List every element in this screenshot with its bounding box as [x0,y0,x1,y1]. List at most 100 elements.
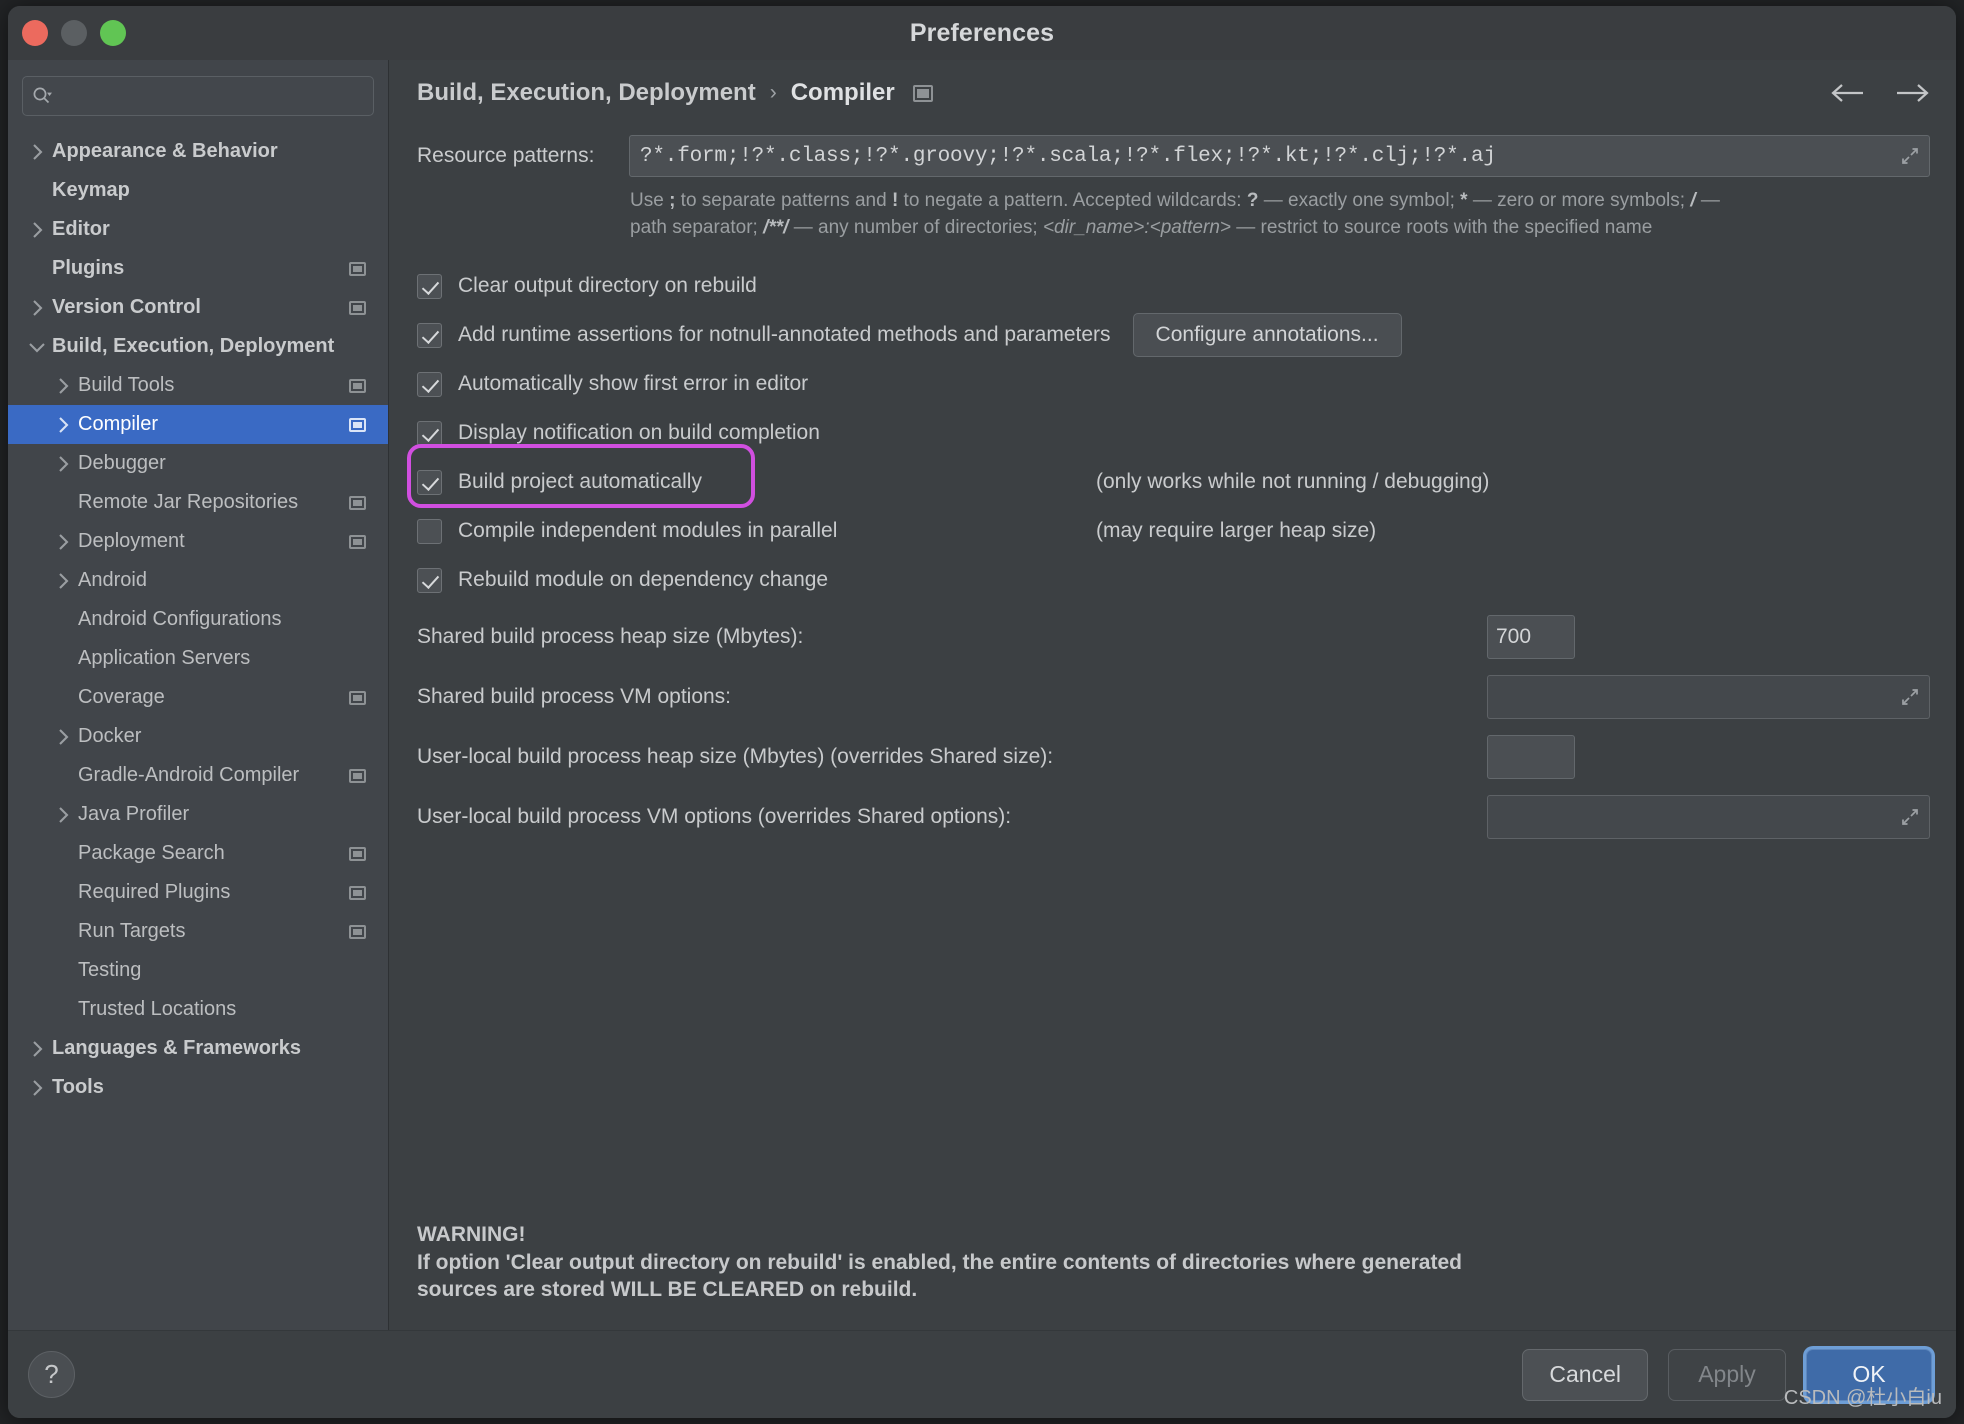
checkbox-label[interactable]: Automatically show first error in editor [458,372,808,396]
sidebar-item-application-servers[interactable]: Application Servers [8,639,388,678]
sidebar-item-run-targets[interactable]: Run Targets [8,912,388,951]
checkbox-label[interactable]: Build project automatically [458,470,702,494]
help-button[interactable]: ? [28,1351,75,1398]
configure-annotations-button[interactable]: Configure annotations... [1132,313,1402,358]
sidebar-item-label: Tools [52,1076,104,1098]
field-label: User-local build process VM options (ove… [417,804,1012,828]
checkbox-rebuild-module-on-dependency-change[interactable] [417,567,442,593]
back-arrow-icon[interactable] [1830,82,1866,104]
sidebar-item-deployment[interactable]: Deployment [8,522,388,561]
input-shared-build-process-vm-options[interactable] [1498,684,1897,709]
chevron-right-icon[interactable] [26,299,48,317]
checkbox-label[interactable]: Add runtime assertions for notnull-annot… [458,323,1111,347]
checkbox-compile-independent-modules-in-parallel[interactable] [417,518,442,544]
sidebar-item-gradle-android-compiler[interactable]: Gradle-Android Compiler [8,756,388,795]
checkbox-display-notification-on-build-completion[interactable] [417,420,442,446]
breadcrumb-parent[interactable]: Build, Execution, Deployment [417,79,756,107]
sidebar-item-android[interactable]: Android [8,561,388,600]
chevron-right-icon[interactable] [52,377,74,395]
chevron-down-icon[interactable] [26,338,48,356]
settings-sync-badge-icon[interactable] [349,846,366,861]
sidebar-item-plugins[interactable]: Plugins [8,249,388,288]
field-column [1487,734,1930,779]
sidebar-item-docker[interactable]: Docker [8,717,388,756]
chevron-right-icon[interactable] [52,728,74,746]
chevron-right-icon[interactable] [26,143,48,161]
checkbox-build-project-automatically[interactable] [417,469,442,495]
checkbox-label[interactable]: Rebuild module on dependency change [458,568,828,592]
hint-text-8: — restrict to source roots with the spec… [1230,216,1653,238]
sidebar-item-editor[interactable]: Editor [8,210,388,249]
settings-sync-badge-icon[interactable] [349,495,366,510]
sidebar-item-keymap[interactable]: Keymap [8,171,388,210]
sidebar-item-build-tools[interactable]: Build Tools [8,366,388,405]
field-row-shared-build-process-vm-options: Shared build process VM options: [417,669,1930,725]
expand-icon[interactable] [1897,687,1923,707]
search-input[interactable] [58,86,364,106]
chevron-right-icon[interactable] [52,455,74,473]
chevron-right-icon[interactable] [26,221,48,239]
sidebar-item-label: Testing [78,959,142,981]
checkbox-row-compile-independent-modules-in-parallel: Compile independent modules in parallel (… [417,507,1930,556]
expand-icon[interactable] [1897,146,1923,166]
expand-icon[interactable] [1897,807,1923,827]
checkbox-add-runtime-assertions-for-notnull-annotated-methods-and-parameters[interactable] [417,322,442,348]
input-user-local-build-process-heap-size-mbytes-overri[interactable] [1487,734,1575,779]
chevron-right-icon[interactable] [26,1079,48,1097]
input-wrapper-shared-build-process-vm-options[interactable] [1487,674,1930,719]
sidebar-item-version-control[interactable]: Version Control [8,288,388,327]
sidebar-item-java-profiler[interactable]: Java Profiler [8,795,388,834]
chevron-right-icon[interactable] [52,533,74,551]
sidebar-item-testing[interactable]: Testing [8,951,388,990]
sidebar-item-remote-jar-repositories[interactable]: Remote Jar Repositories [8,483,388,522]
settings-sync-badge-icon[interactable] [349,261,366,276]
chevron-right-icon[interactable] [52,416,74,434]
checkbox-label[interactable]: Compile independent modules in parallel [458,519,837,543]
sidebar-item-languages-frameworks[interactable]: Languages & Frameworks [8,1029,388,1068]
hint-text-2: to separate patterns and [675,190,892,211]
checkbox-label[interactable]: Display notification on build completion [458,421,820,445]
resource-patterns-field[interactable]: ?*.form;!?*.class;!?*.groovy;!?*.scala;!… [629,135,1930,177]
apply-button[interactable]: Apply [1668,1348,1786,1401]
sidebar-item-package-search[interactable]: Package Search [8,834,388,873]
sidebar-item-appearance-behavior[interactable]: Appearance & Behavior [8,132,388,171]
checkbox-label[interactable]: Clear output directory on rebuild [458,274,757,298]
sidebar-item-coverage[interactable]: Coverage [8,678,388,717]
chevron-right-icon[interactable] [52,572,74,590]
search-box[interactable] [22,76,374,116]
settings-sync-badge-icon[interactable] [349,885,366,900]
sidebar-item-build-execution-deployment[interactable]: Build, Execution, Deployment [8,327,388,366]
sidebar-item-label: Editor [52,218,110,240]
field-label: Shared build process heap size (Mbytes): [417,624,804,648]
breadcrumb-separator-icon: › [769,81,777,104]
resource-patterns-value[interactable]: ?*.form;!?*.class;!?*.groovy;!?*.scala;!… [640,145,1897,168]
settings-sync-badge-icon[interactable] [349,690,366,705]
ok-button[interactable]: OK [1806,1348,1932,1401]
cancel-button[interactable]: Cancel [1522,1348,1648,1401]
sidebar-item-android-configurations[interactable]: Android Configurations [8,600,388,639]
field-row-user-local-build-process-heap-size-mbytes-overri: User-local build process heap size (Mbyt… [417,729,1930,785]
checkbox-clear-output-directory-on-rebuild[interactable] [417,273,442,299]
input-user-local-build-process-vm-options-overrides-sh[interactable] [1498,804,1897,829]
settings-sync-badge-icon[interactable] [349,534,366,549]
sidebar-item-trusted-locations[interactable]: Trusted Locations [8,990,388,1029]
sidebar-item-required-plugins[interactable]: Required Plugins [8,873,388,912]
settings-sync-badge-icon[interactable] [349,300,366,315]
sidebar-item-debugger[interactable]: Debugger [8,444,388,483]
checkbox-automatically-show-first-error-in-editor[interactable] [417,371,442,397]
settings-sync-badge-icon[interactable] [349,378,366,393]
sidebar-item-tools[interactable]: Tools [8,1068,388,1107]
input-wrapper-user-local-build-process-vm-options-overrides-sh[interactable] [1487,794,1930,839]
settings-sync-badge-icon[interactable] [349,417,366,432]
settings-sync-badge-icon[interactable] [349,768,366,783]
window-title: Preferences [909,18,1055,47]
settings-sync-badge-icon[interactable] [912,84,933,102]
settings-sync-badge-icon[interactable] [349,924,366,939]
sidebar-item-compiler[interactable]: Compiler [8,405,388,444]
chevron-right-icon[interactable] [26,1040,48,1058]
input-shared-build-process-heap-size-mbytes[interactable] [1487,614,1575,659]
sidebar-item-label: Required Plugins [78,881,231,903]
forward-arrow-icon[interactable] [1894,82,1930,104]
warning-text: WARNING! If option 'Clear output directo… [417,1221,1462,1304]
chevron-right-icon[interactable] [52,806,74,824]
